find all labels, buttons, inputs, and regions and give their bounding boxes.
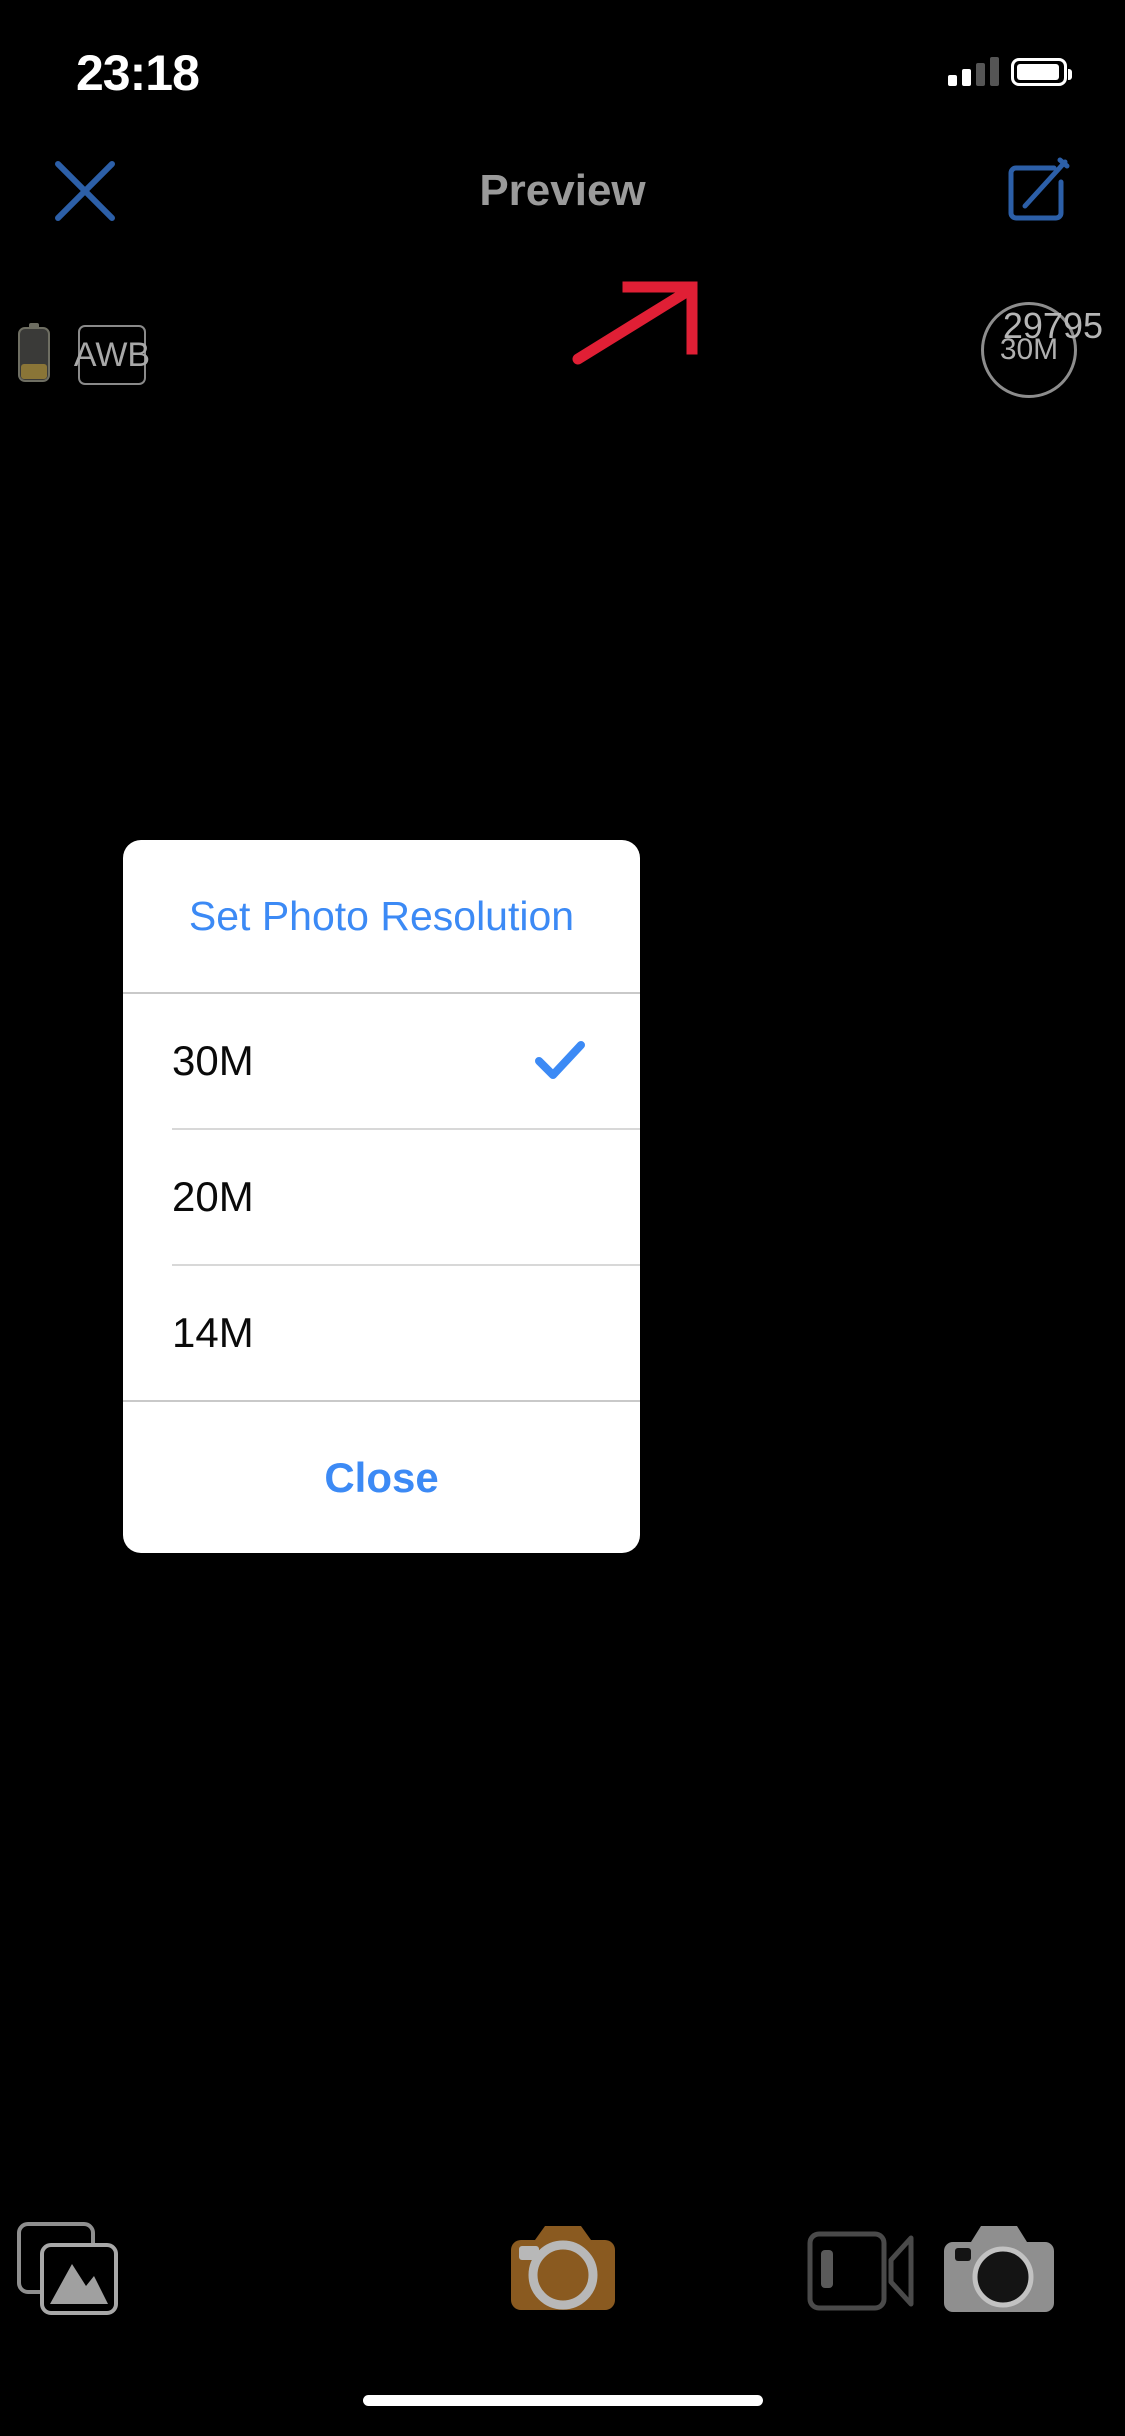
photo-gallery-icon[interactable] (16, 2220, 126, 2320)
resolution-option-label: 30M (172, 1037, 254, 1084)
camera-shutter-icon[interactable] (507, 2212, 619, 2320)
resolution-option-20m[interactable]: 20M (123, 1130, 640, 1264)
home-indicator-bar[interactable] (362, 2395, 763, 2406)
resolution-option-30m[interactable]: 30M (123, 994, 640, 1128)
bottom-toolbar (0, 2180, 1125, 2436)
set-photo-resolution-dialog: Set Photo Resolution 30M 20M 14M Close (123, 840, 640, 1553)
checkmark-icon (535, 1040, 585, 1082)
video-camera-icon[interactable] (807, 2228, 915, 2314)
resolution-option-list: 30M 20M 14M (123, 994, 640, 1400)
photo-camera-icon[interactable] (941, 2222, 1057, 2316)
dialog-title: Set Photo Resolution (188, 892, 575, 939)
close-button[interactable]: Close (123, 1402, 640, 1553)
resolution-option-label: 20M (172, 1173, 254, 1220)
resolution-option-14m[interactable]: 14M (123, 1266, 640, 1400)
dialog-layer: Set Photo Resolution 30M 20M 14M Close (0, 0, 1125, 2436)
close-button-label: Close (324, 1453, 439, 1501)
resolution-option-label: 14M (172, 1309, 254, 1356)
